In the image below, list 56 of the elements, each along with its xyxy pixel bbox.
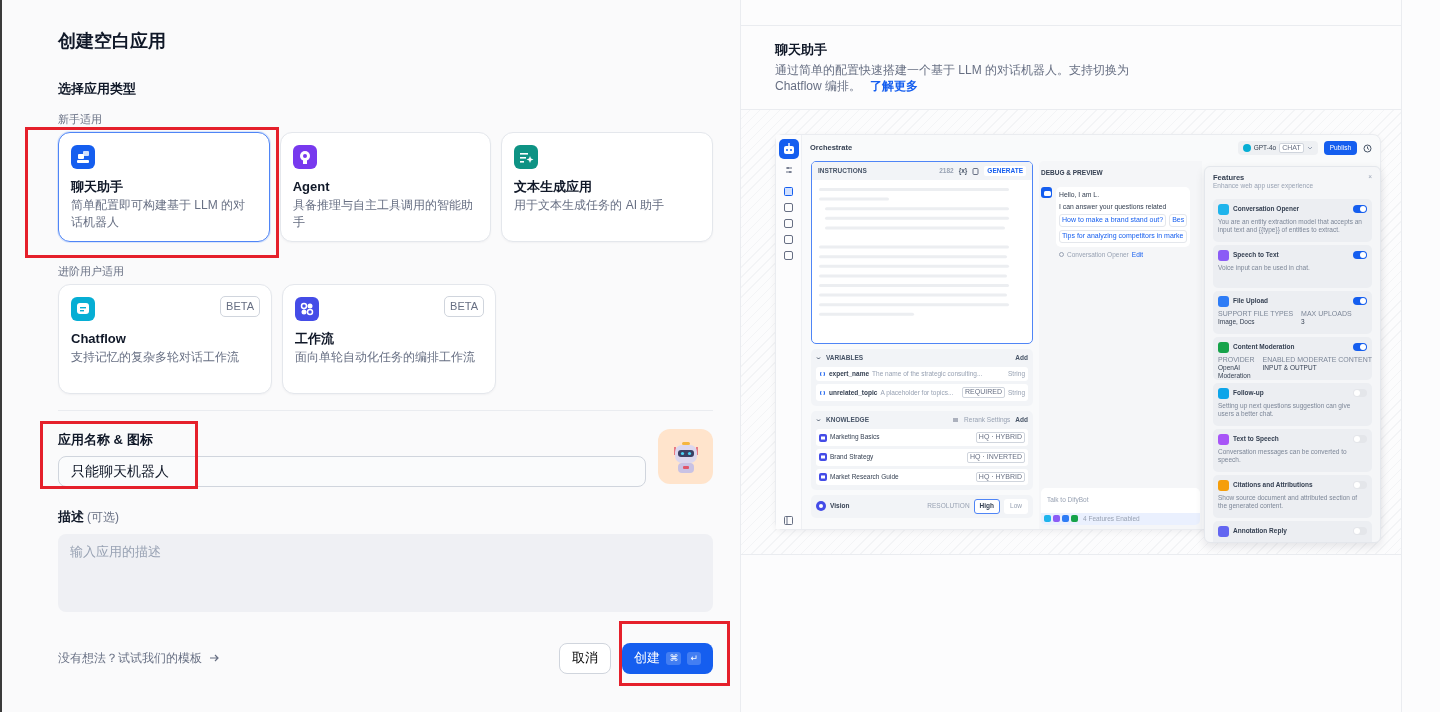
dialog-title: 创建空白应用 xyxy=(58,31,167,53)
card-title: 工作流 xyxy=(295,330,335,349)
template-link[interactable]: 没有想法？试试我们的模板 xyxy=(58,649,202,668)
card-title: Chatflow xyxy=(71,330,127,349)
card-description: 面向单轮自动化任务的编排工作流 xyxy=(295,348,476,366)
beta-badge: BETA xyxy=(220,296,260,317)
variable-icon xyxy=(819,371,826,378)
app-type-card[interactable]: Agent 具备推理与自主工具调用的智能助手 xyxy=(279,132,492,243)
toggle-switch[interactable] xyxy=(1353,435,1367,443)
app-type-card[interactable]: 聊天助手 简单配置即可构建基于 LLM 的对话机器人 xyxy=(58,132,270,243)
sidebar-toggle-icon xyxy=(784,516,793,525)
model-icon xyxy=(1242,144,1251,152)
eye-icon xyxy=(816,501,826,512)
card-description: 简单配置即可构建基于 LLM 的对话机器人 xyxy=(71,196,246,231)
toggle-switch[interactable] xyxy=(1353,527,1367,535)
field-label: 描述 xyxy=(58,509,84,525)
folder-icon xyxy=(819,433,827,442)
card-title: 文本生成应用 xyxy=(514,178,594,197)
create-button[interactable]: 创建 ⌘ ↵ xyxy=(622,642,713,674)
chevron-icon xyxy=(816,355,821,361)
beta-badge: BETA xyxy=(444,296,484,317)
name-input[interactable]: 只能聊天机器人 xyxy=(58,456,646,488)
app-type-card[interactable]: 文本生成应用 用于文本生成任务的 AI 助手 xyxy=(501,132,713,243)
folder-icon xyxy=(819,473,827,481)
card-title: Agent xyxy=(292,178,331,197)
toggle-switch[interactable] xyxy=(1353,481,1367,489)
preview-title: 聊天助手 xyxy=(775,42,828,58)
description-input[interactable]: 输入应用的描述 xyxy=(58,533,713,612)
card-description: 具备推理与自主工具调用的智能助手 xyxy=(292,196,474,231)
history-icon xyxy=(1363,143,1372,153)
card-title: 聊天助手 xyxy=(71,178,124,197)
toggle-switch[interactable] xyxy=(1353,389,1367,397)
group-label: 新手适用 xyxy=(58,112,103,127)
app-type-card[interactable]: BETA 工作流 面向单轮自动化任务的编排工作流 xyxy=(282,284,496,395)
cancel-button[interactable]: 取消 xyxy=(559,642,612,674)
toggle-switch[interactable] xyxy=(1353,251,1367,259)
variable-icon xyxy=(819,389,826,396)
app-type-card[interactable]: BETA Chatflow 支持记忆的复杂多轮对话工作流 xyxy=(58,284,272,395)
sliders-icon xyxy=(784,166,793,174)
card-description: 用于文本生成任务的 AI 助手 xyxy=(514,196,666,214)
field-label: 应用名称 & 图标 xyxy=(58,430,154,449)
window-icon xyxy=(784,187,793,196)
toggle-switch[interactable] xyxy=(1353,205,1367,213)
optional-hint: (可选) xyxy=(87,510,119,525)
preview-description: 通过简单的配置快速搭建一个基于 LLM 的对话机器人。支持切换为 Chatflow 编排。 了解更多 xyxy=(775,61,1130,94)
toggle-switch[interactable] xyxy=(1353,297,1367,305)
group-label: 进阶用户适用 xyxy=(58,264,125,279)
card-description: 支持记忆的复杂多轮对话工作流 xyxy=(71,348,240,366)
learn-more-link[interactable]: 了解更多 xyxy=(870,78,919,93)
app-icon-picker[interactable] xyxy=(658,429,713,485)
chevron-icon xyxy=(816,417,821,423)
folder-icon xyxy=(819,453,827,462)
toggle-switch[interactable] xyxy=(1353,343,1367,351)
clipboard-icon xyxy=(972,167,980,175)
section-heading: 选择应用类型 xyxy=(58,79,137,98)
caret-icon xyxy=(1306,145,1313,151)
